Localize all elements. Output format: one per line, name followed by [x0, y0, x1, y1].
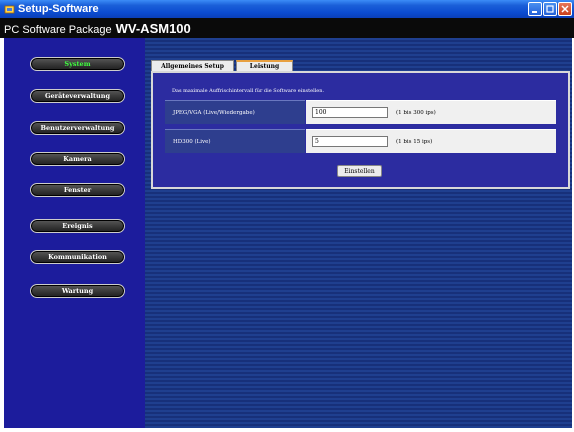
minimize-icon — [532, 11, 537, 13]
sidebar-item-window[interactable]: Fenster — [30, 183, 125, 197]
minimize-button[interactable] — [528, 2, 542, 16]
jpeg-vga-input[interactable]: 100 — [312, 107, 388, 118]
sidebar-item-device-management[interactable]: Geräteverwaltung — [30, 89, 125, 103]
hd300-range-hint: (1 bis 15 ips) — [396, 138, 433, 145]
jpeg-vga-row: 100 (1 bis 300 ips) — [306, 100, 556, 124]
sidebar-item-maintenance[interactable]: Wartung — [30, 284, 125, 298]
hd300-input[interactable]: 5 — [312, 136, 388, 147]
sidebar-item-communication[interactable]: Kommunikation — [30, 250, 125, 264]
app-header: PC Software Package WV-ASM100 — [0, 18, 574, 38]
sidebar-item-camera[interactable]: Kamera — [30, 152, 125, 166]
set-button[interactable]: Einstellen — [337, 165, 382, 177]
hd300-row: 5 (1 bis 15 ips) — [306, 129, 556, 153]
close-icon — [561, 5, 569, 13]
window-controls — [528, 2, 572, 16]
maximize-button[interactable] — [543, 2, 557, 16]
sidebar: System Geräteverwaltung Benutzerverwaltu… — [4, 38, 145, 428]
product-name: WV-ASM100 — [115, 21, 191, 36]
sidebar-item-event[interactable]: Ereignis — [30, 219, 125, 233]
close-button[interactable] — [558, 2, 572, 16]
sidebar-item-system[interactable]: System — [30, 57, 125, 71]
sidebar-item-user-management[interactable]: Benutzerverwaltung — [30, 121, 125, 135]
bottom-border — [0, 428, 574, 432]
hd300-label: HD300 (Live) — [165, 129, 305, 153]
window-title: Setup-Software — [18, 3, 99, 15]
app-icon — [3, 3, 15, 15]
jpeg-vga-label: JPEG/VGA (Live/Wiedergabe) — [165, 100, 305, 124]
maximize-icon — [546, 5, 554, 13]
window-titlebar[interactable]: Setup-Software — [0, 0, 574, 18]
jpeg-vga-range-hint: (1 bis 300 ips) — [396, 109, 436, 116]
package-label: PC Software Package — [4, 24, 112, 36]
panel-description: Das maximale Auffrischintervall für die … — [172, 88, 325, 94]
